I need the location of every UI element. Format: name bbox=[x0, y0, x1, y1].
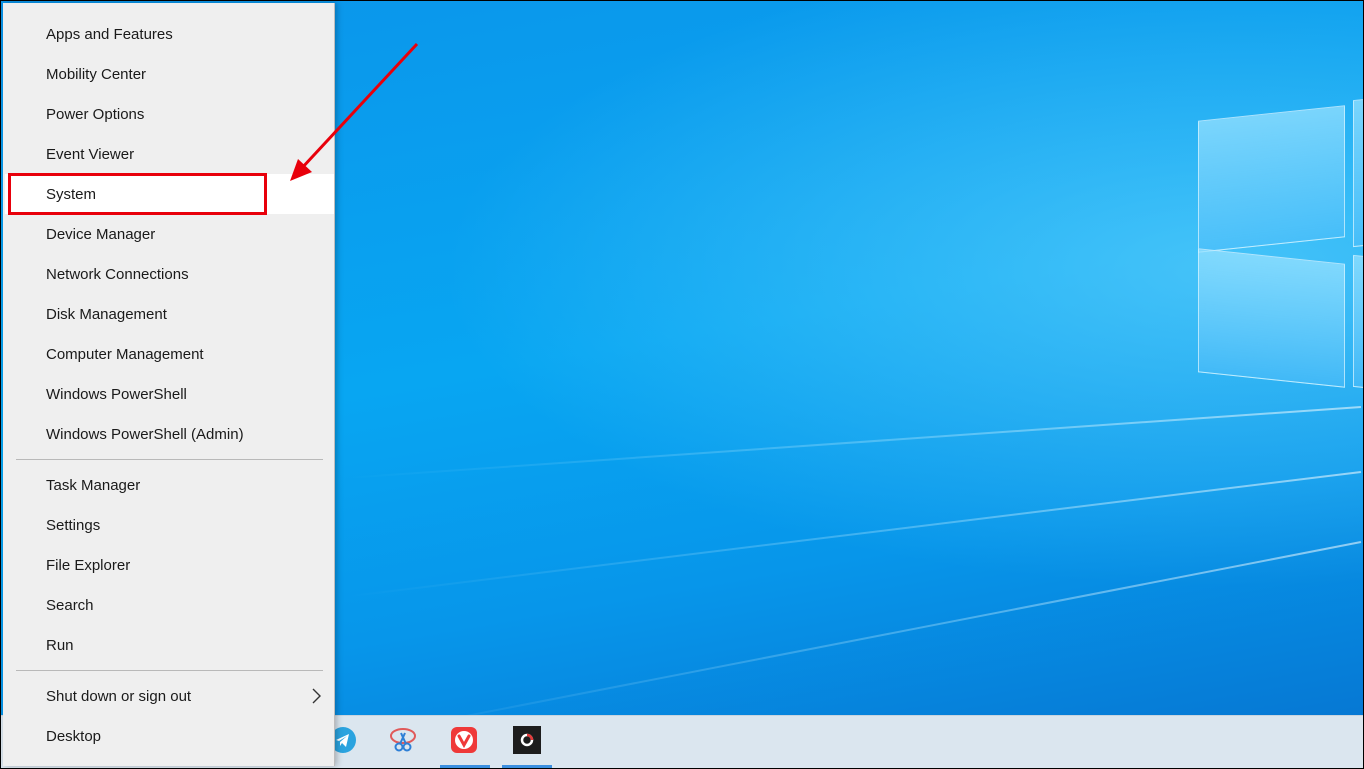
taskbar-active-indicator bbox=[502, 765, 552, 768]
taskbar-active-indicator bbox=[440, 765, 490, 768]
menu-item-label: Apps and Features bbox=[46, 25, 173, 43]
menu-item-label: Run bbox=[46, 636, 74, 654]
menu-item-power-options[interactable]: Power Options bbox=[5, 94, 334, 134]
menu-item-label: Shut down or sign out bbox=[46, 687, 192, 705]
menu-item-label: File Explorer bbox=[46, 556, 131, 574]
menu-separator bbox=[16, 670, 323, 671]
menu-item-windows-powershell-admin[interactable]: Windows PowerShell (Admin) bbox=[5, 414, 334, 454]
screen: Apps and Features Mobility Center Power … bbox=[0, 0, 1364, 769]
menu-item-run[interactable]: Run bbox=[5, 625, 334, 665]
windows-logo-pane bbox=[1353, 254, 1363, 390]
menu-item-label: Mobility Center bbox=[46, 65, 147, 83]
menu-item-label: Network Connections bbox=[46, 265, 189, 283]
menu-item-search[interactable]: Search bbox=[5, 585, 334, 625]
menu-item-settings[interactable]: Settings bbox=[5, 505, 334, 545]
menu-item-label: Computer Management bbox=[46, 345, 204, 363]
menu-item-shut-down-or-sign-out[interactable]: Shut down or sign out bbox=[5, 676, 334, 716]
light-beam bbox=[359, 541, 1362, 738]
menu-item-file-explorer[interactable]: File Explorer bbox=[5, 545, 334, 585]
power-user-menu: Apps and Features Mobility Center Power … bbox=[3, 3, 335, 766]
menu-item-device-manager[interactable]: Device Manager bbox=[5, 214, 334, 254]
snipping-tool-icon[interactable] bbox=[387, 724, 419, 756]
menu-item-network-connections[interactable]: Network Connections bbox=[5, 254, 334, 294]
menu-item-task-manager[interactable]: Task Manager bbox=[5, 465, 334, 505]
menu-item-label: Power Options bbox=[46, 105, 145, 123]
menu-item-label: Windows PowerShell bbox=[46, 385, 187, 403]
light-beam bbox=[348, 471, 1362, 598]
menu-item-windows-powershell[interactable]: Windows PowerShell bbox=[5, 374, 334, 414]
menu-item-mobility-center[interactable]: Mobility Center bbox=[5, 54, 334, 94]
vivaldi-icon[interactable] bbox=[448, 724, 480, 756]
app-icon[interactable] bbox=[511, 724, 543, 756]
menu-item-label: Event Viewer bbox=[46, 145, 135, 163]
windows-logo-pane bbox=[1198, 248, 1345, 388]
menu-separator bbox=[16, 459, 323, 460]
menu-item-label: Desktop bbox=[46, 727, 102, 745]
chevron-right-icon bbox=[312, 688, 321, 704]
menu-item-label: Settings bbox=[46, 516, 101, 534]
light-beam bbox=[343, 406, 1362, 480]
menu-item-label: Disk Management bbox=[46, 305, 167, 323]
windows-logo-pane bbox=[1353, 97, 1363, 248]
menu-item-desktop[interactable]: Desktop bbox=[5, 716, 334, 756]
annotation-highlight-box bbox=[8, 173, 267, 215]
menu-item-disk-management[interactable]: Disk Management bbox=[5, 294, 334, 334]
menu-item-label: Task Manager bbox=[46, 476, 141, 494]
menu-item-label: Windows PowerShell (Admin) bbox=[46, 425, 244, 443]
windows-logo-pane bbox=[1198, 105, 1345, 253]
menu-item-apps-and-features[interactable]: Apps and Features bbox=[5, 14, 334, 54]
menu-item-event-viewer[interactable]: Event Viewer bbox=[5, 134, 334, 174]
menu-item-computer-management[interactable]: Computer Management bbox=[5, 334, 334, 374]
menu-item-label: Device Manager bbox=[46, 225, 156, 243]
menu-item-label: Search bbox=[46, 596, 94, 614]
